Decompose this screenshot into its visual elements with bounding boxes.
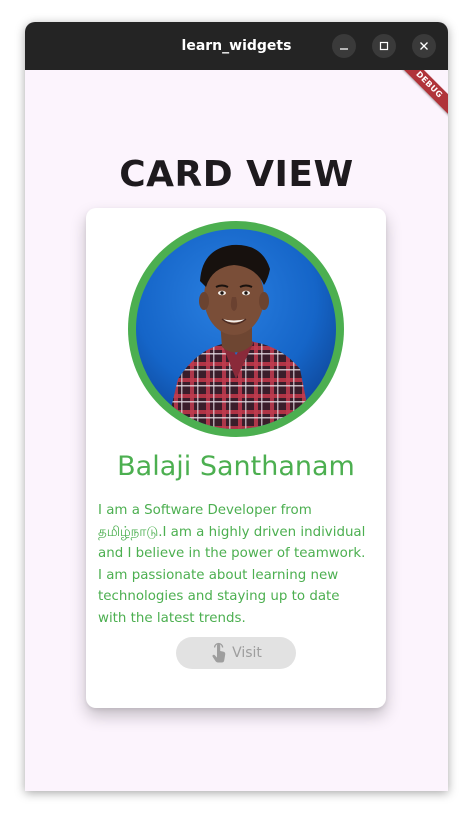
title-bar[interactable]: learn_widgets	[25, 22, 448, 70]
bio-line: தமிழ்நாடு.I am a highly driven individua…	[98, 524, 366, 540]
app-content: DEBUG CARD VIEW Balaji Santhanam I am a …	[25, 70, 448, 791]
avatar	[136, 229, 336, 429]
profile-photo	[136, 229, 336, 429]
touch-app-icon	[212, 642, 226, 663]
bio-line: and I believe in the power of teamwork.	[98, 546, 366, 562]
bio-line: I am passionate about learning new	[98, 567, 339, 583]
visit-button[interactable]: Visit	[176, 637, 296, 669]
bio-line: with the latest trends.	[98, 610, 246, 626]
profile-card: Balaji Santhanam I am a Software Develop…	[86, 208, 386, 708]
app-window: learn_widgets DEBUG CARD VIEW Balaji San…	[25, 22, 448, 791]
close-icon	[420, 42, 428, 50]
maximize-button[interactable]	[372, 34, 396, 58]
bio-line: technologies and staying up to date	[98, 589, 340, 605]
page-title: CARD VIEW	[119, 154, 354, 195]
minimize-button[interactable]	[332, 34, 356, 58]
visit-button-label: Visit	[232, 645, 262, 661]
close-button[interactable]	[412, 34, 436, 58]
avatar-border	[128, 221, 344, 437]
maximize-icon	[379, 41, 389, 51]
profile-bio: I am a Software Developer from தமிழ்நாடு…	[98, 500, 378, 630]
profile-name: Balaji Santhanam	[117, 451, 355, 482]
bio-line: I am a Software Developer from	[98, 503, 312, 518]
minimize-icon	[340, 48, 348, 50]
debug-banner: DEBUG	[392, 70, 448, 122]
